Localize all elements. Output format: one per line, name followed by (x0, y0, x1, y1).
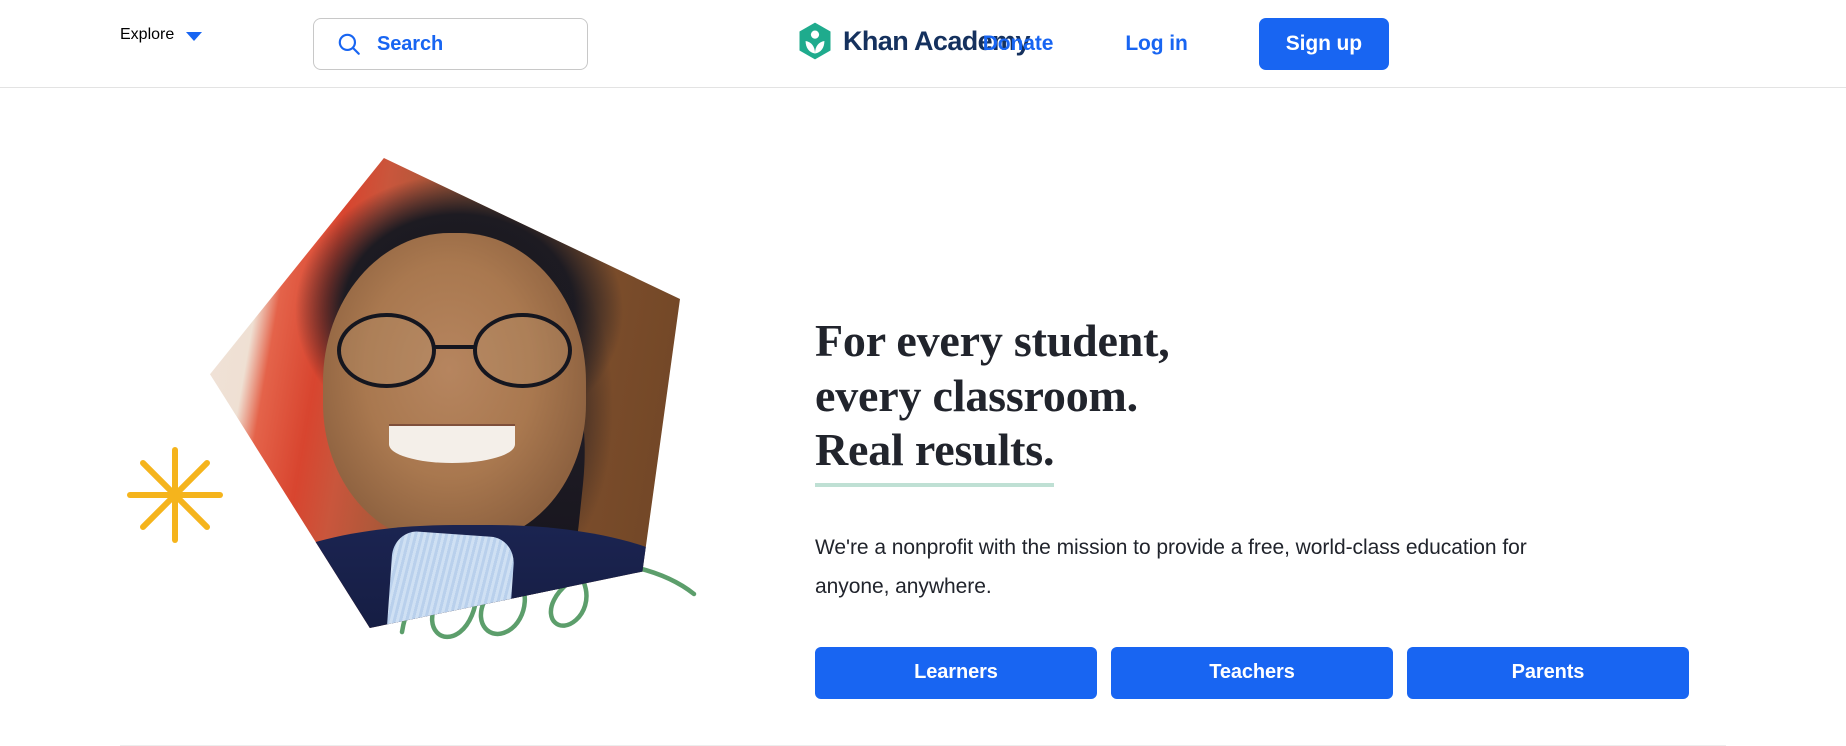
explore-label: Explore (120, 26, 175, 43)
signup-button[interactable]: Sign up (1258, 18, 1389, 70)
chevron-down-icon (186, 32, 203, 41)
learners-button[interactable]: Learners (815, 646, 1097, 699)
photo-shirt (384, 529, 516, 628)
parents-button[interactable]: Parents (1407, 646, 1689, 699)
search-input[interactable]: Search (313, 18, 588, 70)
explore-menu-button[interactable]: Explore (120, 26, 203, 44)
search-icon (338, 33, 360, 55)
photo-face (322, 233, 586, 544)
hero-headline: For every student, every classroom. Real… (815, 314, 1715, 488)
hero-artwork (127, 158, 750, 658)
hero-photo (210, 158, 680, 628)
hero-section: For every student, every classroom. Real… (0, 88, 1846, 746)
khan-academy-leaf-hexagon-icon (799, 22, 831, 60)
hero-subhead: We're a nonprofit with the mission to pr… (815, 529, 1545, 607)
site-header: Explore Search Khan Academy Donate Log i… (0, 0, 1846, 88)
donate-link[interactable]: Donate (983, 32, 1054, 56)
login-link[interactable]: Log in (1125, 32, 1187, 56)
teachers-button[interactable]: Teachers (1111, 646, 1393, 699)
search-placeholder: Search (377, 32, 444, 55)
headline-line-3: Real results. (815, 423, 1055, 488)
header-nav-right: Donate Log in Sign up (983, 0, 1846, 88)
photo-glasses (336, 313, 572, 389)
headline-line-2: every classroom. (815, 369, 1138, 421)
hero-cta-row: Learners Teachers Parents (815, 646, 1715, 699)
headline-line-1: For every student, (815, 315, 1170, 366)
starburst-doodle-icon (127, 447, 223, 543)
subhead-line-1: We're a nonprofit with the mission to pr… (815, 536, 1497, 560)
hero-copy: For every student, every classroom. Real… (815, 314, 1715, 699)
hero-photo-image (210, 158, 680, 628)
